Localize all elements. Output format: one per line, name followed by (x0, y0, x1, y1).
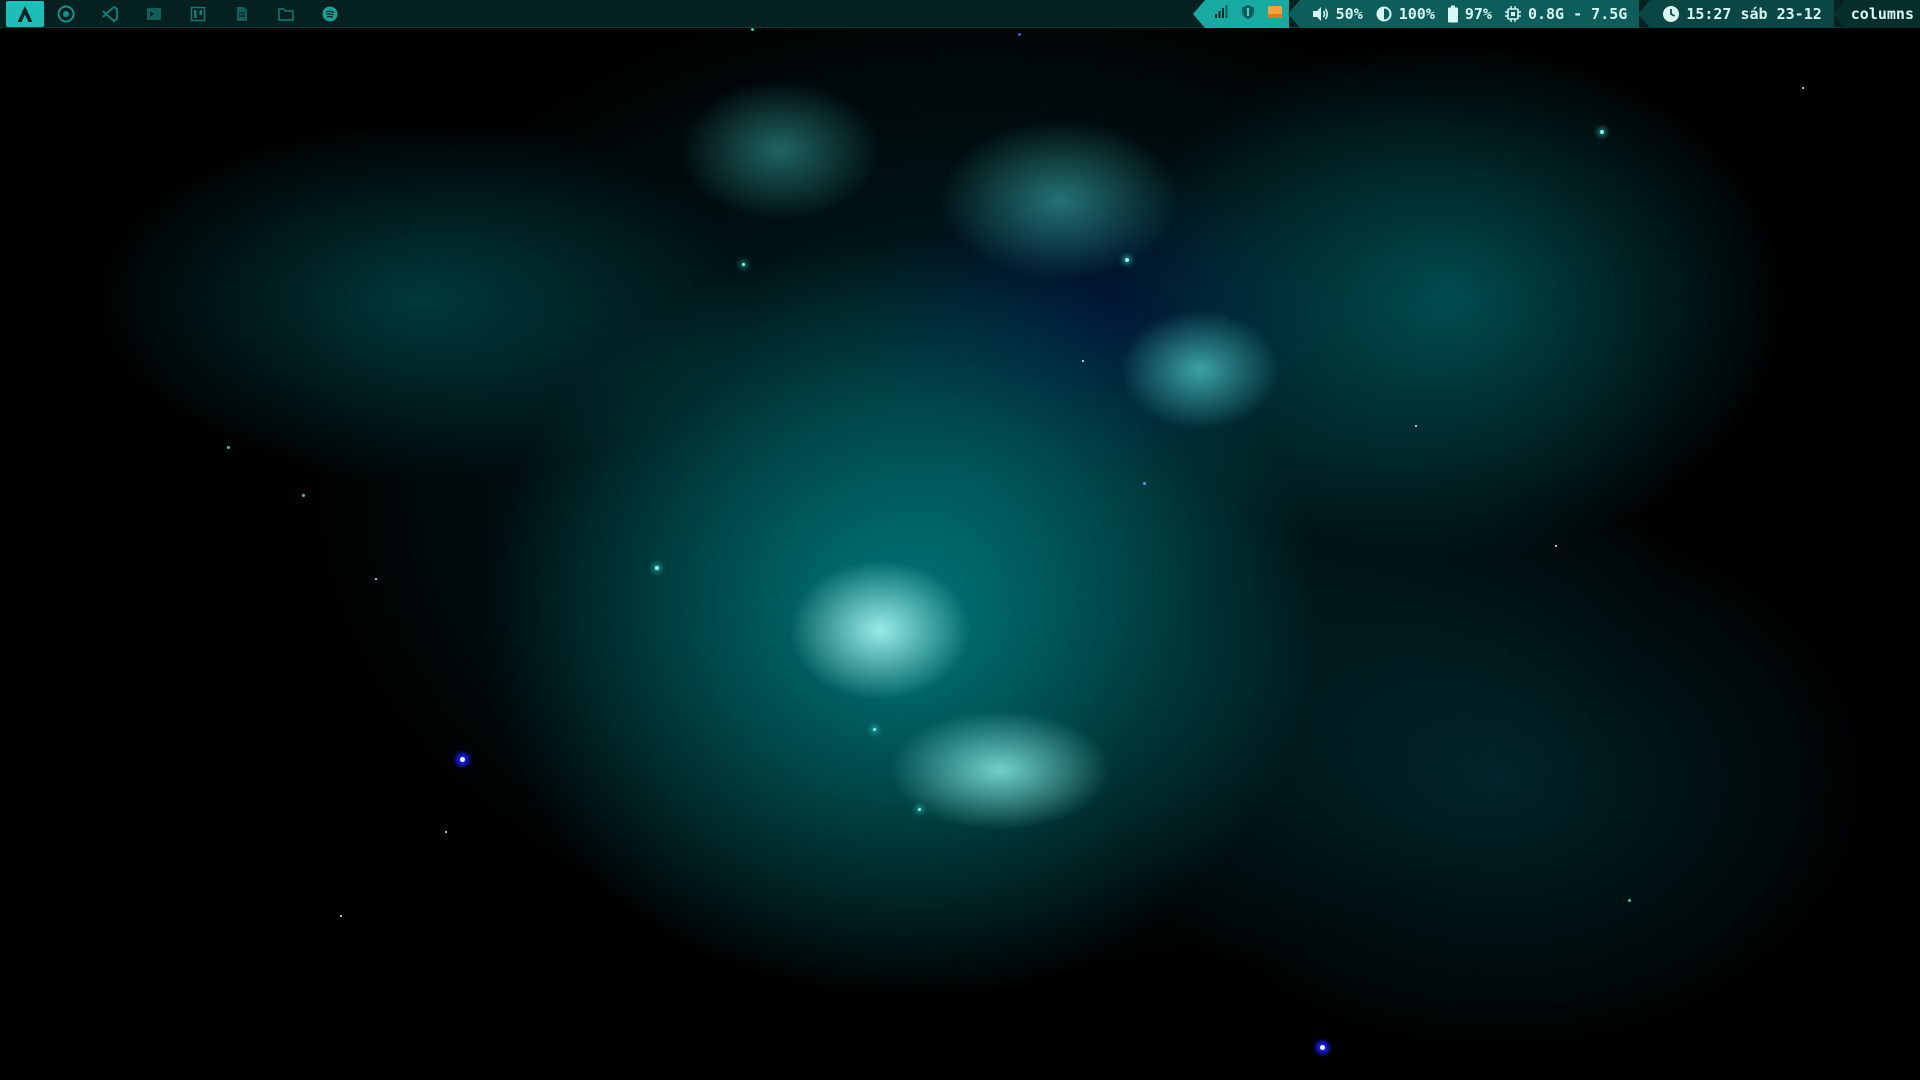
segment-separator (1638, 0, 1651, 28)
wallpaper-star (873, 728, 876, 731)
wallpaper-star (655, 566, 659, 570)
wallpaper-star (1082, 360, 1084, 362)
kanban-icon (190, 6, 206, 21)
taskbar-left (0, 0, 352, 28)
folder-icon (278, 7, 294, 21)
segment-separator (1287, 0, 1300, 28)
battery-icon (1447, 5, 1458, 22)
clock-value: 15:27 sáb 23-12 (1686, 4, 1822, 23)
chrome-icon (57, 5, 75, 22)
orange-app-icon (1267, 5, 1282, 18)
task-kanban-button[interactable] (176, 0, 220, 28)
wallpaper-star (1802, 87, 1804, 89)
wallpaper-star (1628, 899, 1631, 902)
top-panel: 50% 100% 97% 0.8G - 7.5G 15:27 sáb 23-12… (0, 0, 1920, 28)
memory-value: 0.8G - 7.5G (1527, 4, 1628, 23)
task-terminal-button[interactable] (132, 0, 176, 28)
wallpaper-star (1415, 425, 1417, 427)
wallpaper-star (742, 263, 745, 266)
segment-separator (1832, 0, 1845, 28)
status-area: 50% 100% 97% 0.8G - 7.5G 15:27 sáb 23-12… (1192, 0, 1920, 28)
battery-indicator[interactable]: 97% (1447, 5, 1492, 23)
wallpaper-star (1125, 258, 1129, 262)
vscode-icon (102, 5, 118, 22)
shield-icon (1241, 4, 1254, 19)
wallpaper-star (302, 494, 305, 497)
wallpaper-star (1143, 482, 1146, 485)
system-tray (1204, 0, 1289, 28)
app-launcher-button[interactable] (6, 0, 44, 27)
volume-value: 50% (1335, 4, 1363, 23)
system-indicators: 50% 100% 97% 0.8G - 7.5G (1299, 0, 1640, 28)
memory-indicator[interactable]: 0.8G - 7.5G (1504, 5, 1627, 23)
task-folder-button[interactable] (264, 0, 308, 28)
layout-value: columns (1850, 4, 1914, 23)
task-spotify-button[interactable] (308, 0, 352, 28)
layout-indicator[interactable]: columns (1844, 0, 1920, 28)
clock-icon (1663, 5, 1680, 22)
document-icon (237, 6, 247, 21)
brightness-icon (1376, 6, 1392, 21)
segment-separator (1192, 0, 1205, 28)
wallpaper-star (375, 578, 377, 580)
arch-logo-icon (17, 5, 33, 22)
wallpaper-star (460, 757, 465, 762)
wallpaper-star (918, 808, 921, 811)
battery-value: 97% (1464, 4, 1492, 23)
brightness-indicator[interactable]: 100% (1375, 5, 1435, 23)
wallpaper-star (1320, 1045, 1325, 1050)
task-document-button[interactable] (220, 0, 264, 28)
wallpaper-star (1018, 33, 1021, 36)
clock-indicator: 15:27 sáb 23-12 (1662, 4, 1822, 23)
speaker-icon (1312, 6, 1328, 21)
tray-shield-button[interactable] (1241, 4, 1255, 24)
task-vscode-button[interactable] (88, 0, 132, 28)
clock-widget[interactable]: 15:27 sáb 23-12 (1650, 0, 1834, 28)
terminal-icon (147, 7, 161, 20)
wallpaper-star (340, 915, 342, 917)
wallpaper-star (1600, 130, 1604, 134)
desktop-wallpaper (0, 0, 1920, 1080)
volume-indicator[interactable]: 50% (1312, 5, 1363, 23)
wallpaper-star (227, 446, 230, 449)
tray-network-button[interactable] (1213, 4, 1229, 24)
brightness-value: 100% (1398, 4, 1435, 23)
network-signal-icon (1214, 4, 1228, 18)
tray-app-button[interactable] (1267, 4, 1283, 24)
task-chrome-button[interactable] (44, 0, 88, 28)
wallpaper-star (751, 28, 754, 31)
cpu-icon (1504, 5, 1521, 22)
wallpaper-star (1555, 545, 1557, 547)
wallpaper-star (445, 831, 447, 833)
spotify-icon (322, 6, 338, 21)
